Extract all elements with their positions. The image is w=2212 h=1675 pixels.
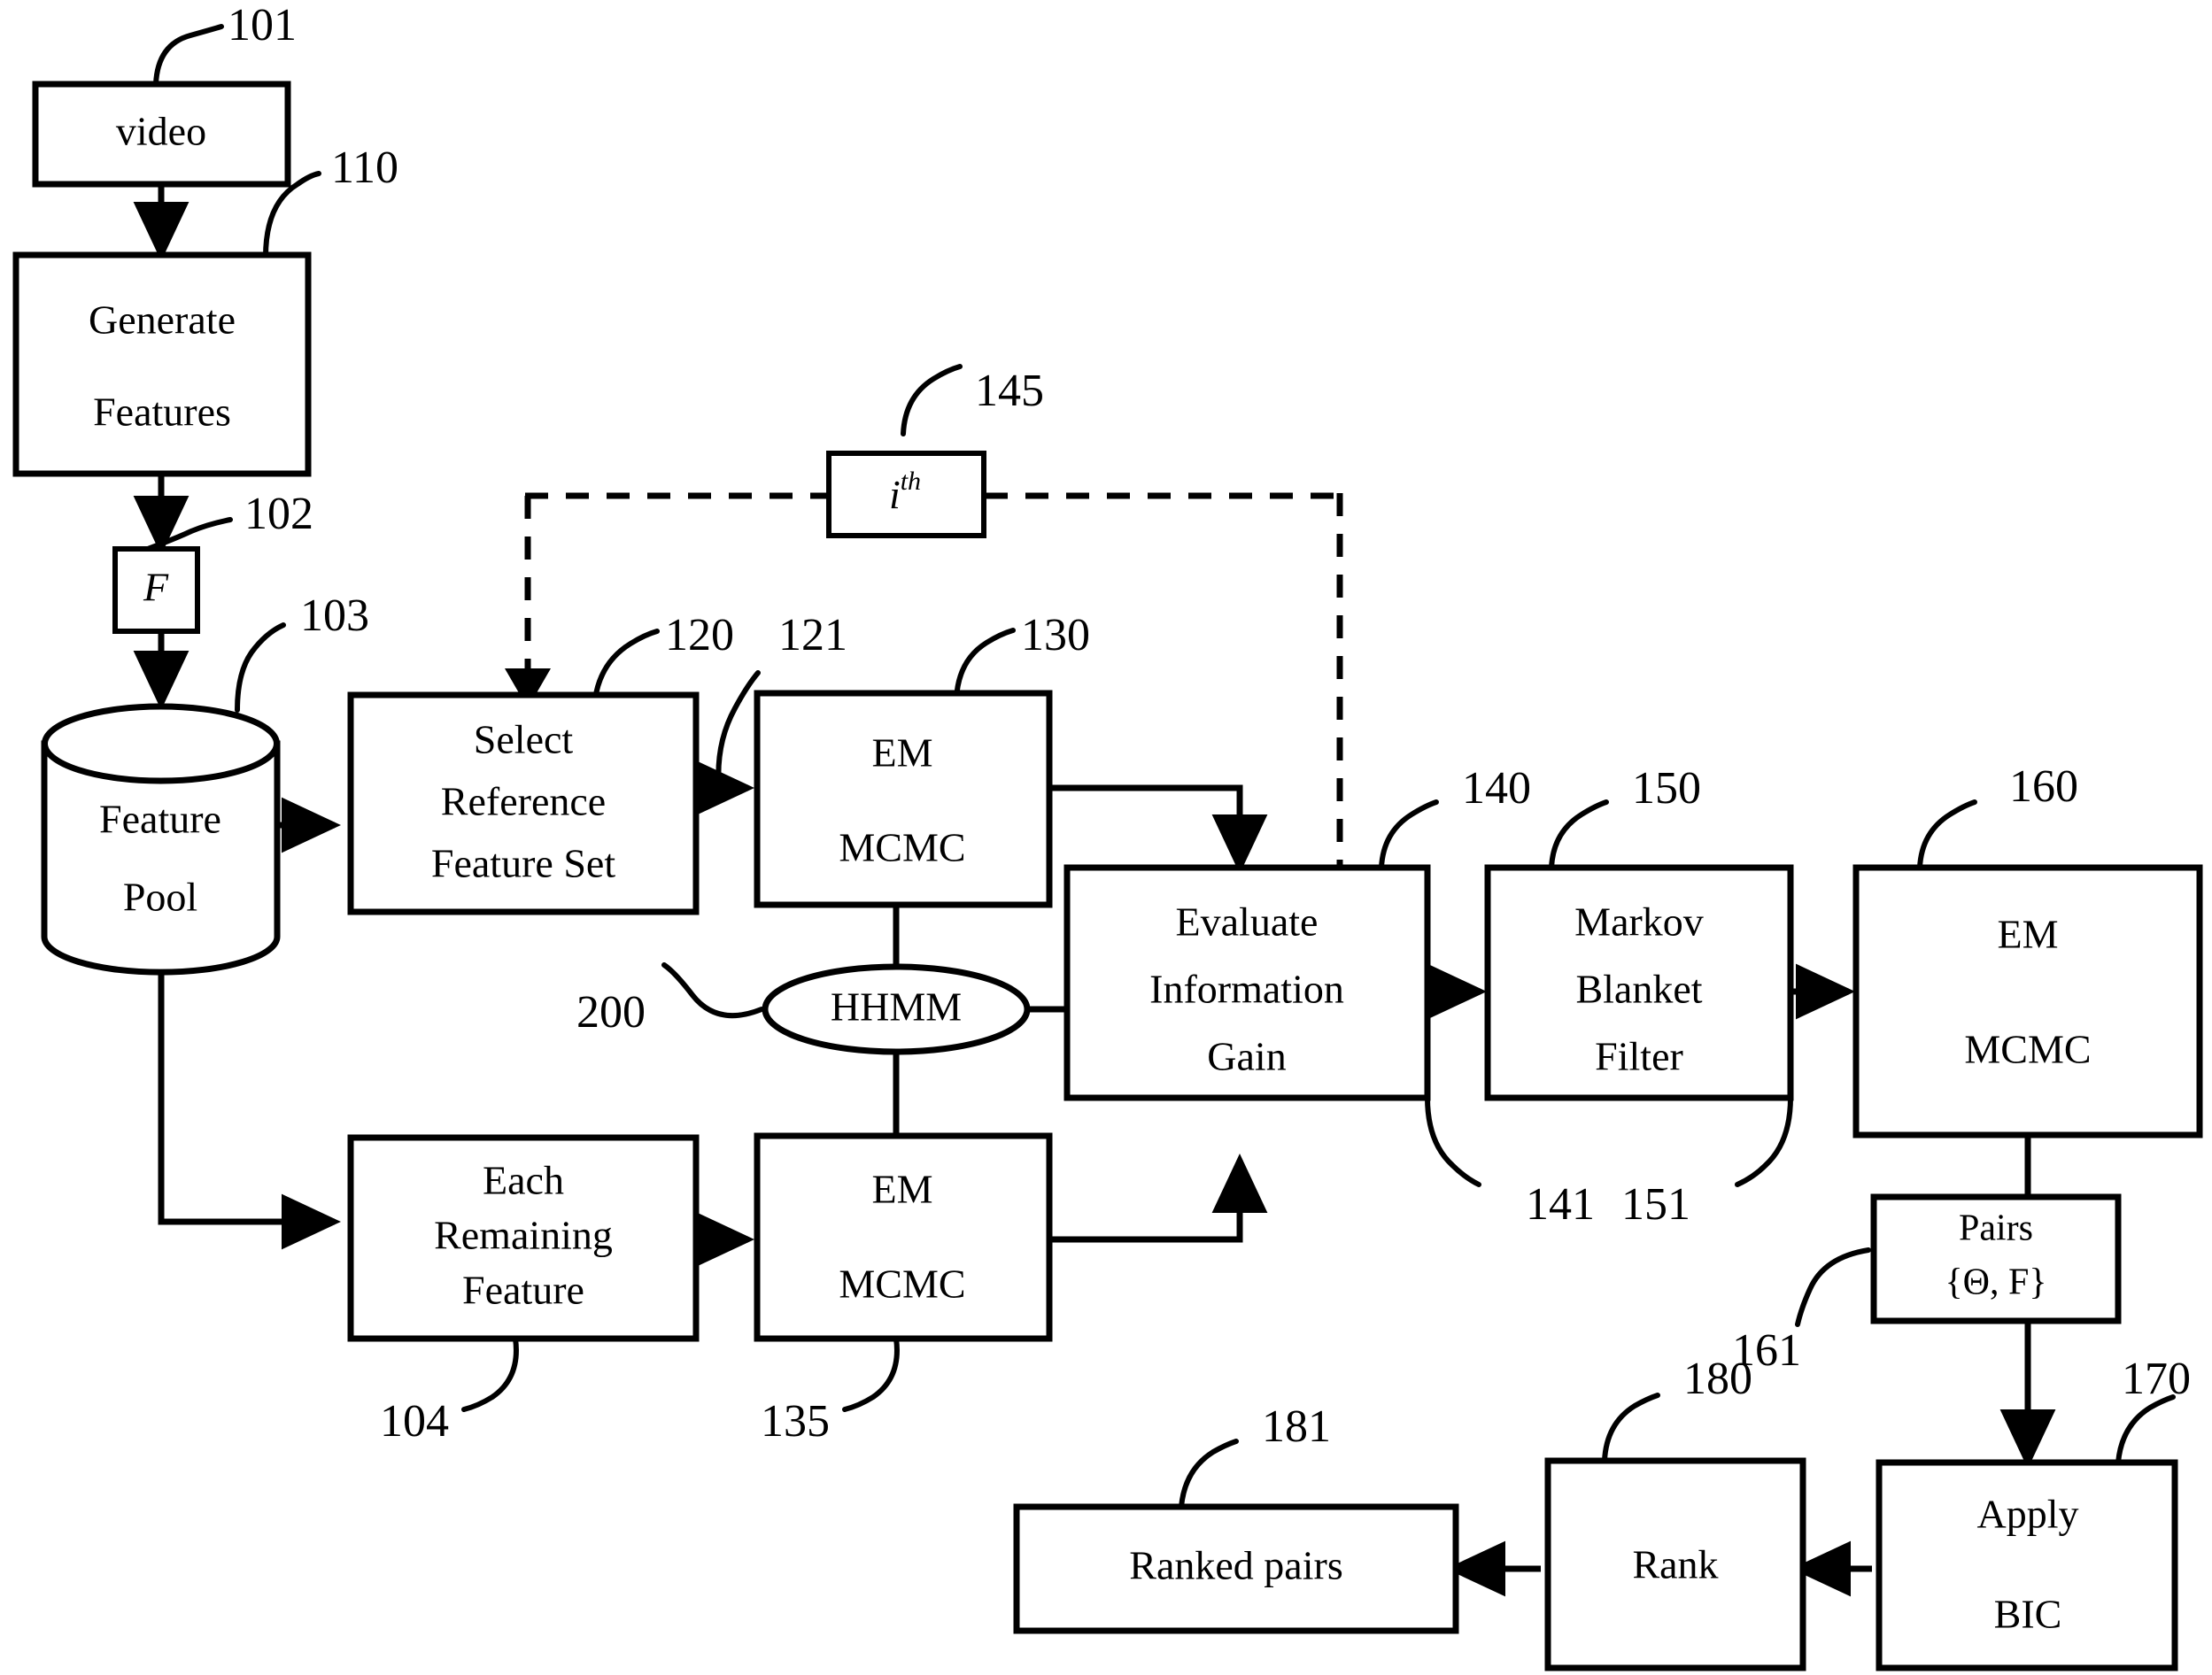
ref-121: 121: [778, 610, 847, 660]
ref-151: 151: [1621, 1179, 1690, 1230]
node-evaluate-line2: Information: [1149, 967, 1344, 1012]
leader-121: [715, 670, 761, 791]
leader-160: [1917, 799, 1977, 870]
node-each-remaining-line1: Each: [483, 1158, 564, 1203]
node-rank[interactable]: Rank: [1544, 1457, 1806, 1671]
ref-103: 103: [300, 590, 369, 641]
node-evaluate-line1: Evaluate: [1176, 899, 1319, 945]
node-select-reference-line3: Feature Set: [431, 841, 615, 886]
node-em-mcmc-bottom-line1: EM: [872, 1167, 933, 1212]
ref-130: 130: [1021, 610, 1090, 660]
node-generate-features-line2: Features: [93, 390, 231, 435]
leader-103: [235, 622, 286, 713]
leader-170: [2115, 1394, 2176, 1465]
edge-em-top-to-evaluate: [1049, 784, 1268, 874]
leader-151: [1735, 1095, 1793, 1187]
ref-170: 170: [2122, 1354, 2191, 1404]
node-em-mcmc-bottom[interactable]: EM MCMC: [754, 1132, 1053, 1342]
node-feature-pool[interactable]: Feature Pool: [41, 703, 281, 976]
node-hhmm[interactable]: HHMM: [762, 963, 1031, 1055]
node-markov-line1: Markov: [1574, 899, 1704, 945]
node-f-symbol[interactable]: F: [112, 546, 200, 634]
node-em-mcmc-top[interactable]: EM MCMC: [754, 690, 1053, 908]
flowchart-canvas: video 101 Generate Features 110 F 102 Fe…: [12, 0, 2203, 1671]
node-feature-pool-line2: Pool: [123, 875, 197, 920]
edge-em-bottom-to-evaluate: [1049, 1154, 1268, 1243]
node-em-mcmc-right-line2: MCMC: [1964, 1027, 2091, 1072]
ref-141: 141: [1526, 1179, 1595, 1230]
node-pairs-line1: Pairs: [1959, 1208, 2033, 1249]
leader-104: [461, 1336, 519, 1412]
node-markov-line2: Blanket: [1575, 967, 1702, 1012]
node-rank-label: Rank: [1632, 1542, 1718, 1587]
ref-104: 104: [380, 1396, 449, 1447]
node-apply-bic[interactable]: Apply BIC: [1876, 1459, 2178, 1671]
leader-181: [1179, 1439, 1239, 1509]
leader-161: [1795, 1247, 1871, 1327]
leader-120: [592, 629, 660, 702]
node-feature-pool-line1: Feature: [99, 797, 221, 842]
leader-200: [661, 962, 764, 1019]
ref-181: 181: [1262, 1401, 1331, 1452]
leader-145: [901, 364, 963, 436]
node-apply-bic-line1: Apply: [1977, 1492, 2079, 1537]
node-select-reference-line2: Reference: [441, 779, 606, 824]
ref-160: 160: [2009, 761, 2078, 812]
node-ranked-pairs-label: Ranked pairs: [1129, 1543, 1342, 1588]
node-generate-features-line1: Generate: [89, 297, 236, 343]
leader-141: [1425, 1095, 1481, 1187]
leader-130: [954, 628, 1016, 702]
node-markov-blanket-filter[interactable]: Markov Blanket Filter: [1484, 864, 1794, 1101]
node-pairs-line2: {Θ, F}: [1945, 1262, 2046, 1303]
node-evaluate-line3: Gain: [1207, 1034, 1286, 1079]
node-em-mcmc-right[interactable]: EM MCMC: [1852, 864, 2203, 1139]
ref-102: 102: [244, 489, 313, 539]
ref-150: 150: [1632, 763, 1701, 814]
ref-180: 180: [1683, 1354, 1752, 1404]
node-each-remaining-line3: Feature: [462, 1268, 584, 1313]
node-em-mcmc-top-line2: MCMC: [839, 825, 965, 870]
node-apply-bic-line2: BIC: [1994, 1592, 2062, 1637]
node-evaluate-information-gain[interactable]: Evaluate Information Gain: [1063, 864, 1431, 1101]
ref-135: 135: [761, 1396, 830, 1447]
ref-110: 110: [331, 143, 398, 193]
ref-120: 120: [665, 610, 734, 660]
node-hhmm-label: HHMM: [831, 984, 962, 1030]
leader-150: [1549, 799, 1609, 870]
ref-200: 200: [576, 987, 646, 1038]
edge-pool-to-each-remaining: [158, 974, 341, 1250]
node-select-reference-line1: Select: [474, 717, 574, 762]
leader-135: [842, 1336, 900, 1412]
ref-145: 145: [975, 366, 1044, 416]
node-video[interactable]: video: [32, 81, 291, 188]
node-pairs[interactable]: Pairs {Θ, F}: [1870, 1193, 2122, 1324]
node-ith[interactable]: ith: [826, 451, 986, 538]
node-em-mcmc-bottom-line2: MCMC: [839, 1262, 965, 1307]
node-em-mcmc-top-line1: EM: [872, 730, 933, 776]
node-em-mcmc-right-line1: EM: [1998, 912, 2059, 957]
ref-140: 140: [1462, 763, 1531, 814]
leader-180: [1602, 1393, 1660, 1463]
node-markov-line3: Filter: [1595, 1034, 1683, 1079]
leader-101: [153, 24, 224, 87]
node-ranked-pairs[interactable]: Ranked pairs: [1013, 1503, 1459, 1634]
node-select-reference-feature-set[interactable]: Select Reference Feature Set: [347, 691, 700, 915]
node-each-remaining-feature[interactable]: Each Remaining Feature: [347, 1134, 700, 1342]
node-f-symbol-label: F: [143, 565, 169, 610]
leader-140: [1379, 799, 1439, 870]
node-generate-features[interactable]: Generate Features: [12, 251, 312, 477]
ref-101: 101: [228, 0, 297, 50]
node-ith-superscript: th: [901, 467, 921, 496]
node-ith-base: i: [889, 472, 901, 517]
node-video-label: video: [116, 109, 206, 154]
node-each-remaining-line2: Remaining: [434, 1213, 613, 1258]
patent-figure: video 101 Generate Features 110 F 102 Fe…: [0, 0, 2212, 1675]
